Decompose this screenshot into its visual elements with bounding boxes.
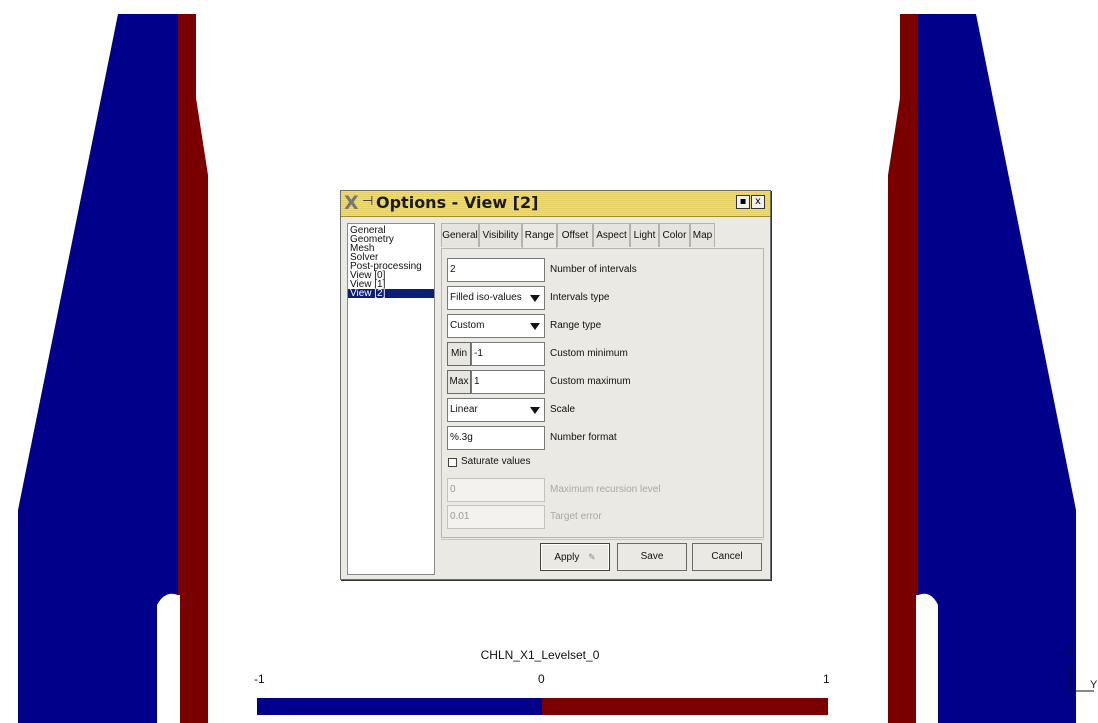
colorbar-tick-max: 1 [823,672,830,686]
maximum-recursion-label: Maximum recursion level [550,484,661,495]
chevron-down-icon [530,323,540,330]
tab-visibility[interactable]: Visibility [479,223,522,247]
colorbar-tick-min: -1 [254,672,265,686]
intervals-type-select[interactable]: Filled iso-values [447,286,545,310]
saturate-values-checkbox[interactable] [448,458,457,467]
footer-divider [441,539,764,540]
pencil-icon: ✎ [588,552,596,562]
options-dialog: X ⊣ Options - View [2] ▪ x General Geome… [340,190,771,580]
window-title: Options - View [2] [376,193,539,212]
pin-icon[interactable]: ⊣ [362,194,373,209]
right-blue-region [918,14,1076,723]
target-error-input[interactable]: 0.01 [447,505,545,529]
intervals-type-label: Intervals type [550,292,610,303]
left-red-strip [178,14,208,723]
range-type-label: Range type [550,320,602,331]
colorbar-negative-segment [257,698,542,715]
max-button[interactable]: Max [447,370,471,394]
custom-minimum-label: Custom minimum [550,348,628,359]
target-error-label: Target error [550,511,602,522]
close-button[interactable]: x [751,195,765,209]
right-red-strip [888,14,918,723]
category-item-view-2[interactable]: View [2] [348,289,434,299]
tab-general[interactable]: General [441,223,479,247]
number-format-label: Number format [550,432,617,443]
tab-offset[interactable]: Offset [557,223,593,247]
chevron-down-icon [530,407,540,414]
number-of-intervals-input[interactable]: 2 [447,258,545,282]
apply-button[interactable]: Apply ✎ [540,543,610,571]
tab-range[interactable]: Range [522,223,557,249]
minimize-button[interactable]: ▪ [736,195,750,209]
min-button[interactable]: Min [447,342,471,366]
number-of-intervals-label: Number of intervals [550,264,637,275]
scale-label: Scale [550,404,576,415]
category-list[interactable]: General Geometry Mesh Solver Post-proces… [347,223,435,575]
left-blue-region [18,14,178,723]
scale-value: Linear [450,404,478,415]
custom-minimum-input[interactable]: -1 [471,342,545,366]
y-axis-label: Y [1090,679,1098,691]
range-type-select[interactable]: Custom [447,314,545,338]
colorbar-title: CHLN_X1_Levelset_0 [480,648,600,662]
save-button[interactable]: Save [617,543,687,571]
x-logo-icon: X [344,192,359,214]
custom-maximum-input[interactable]: 1 [471,370,545,394]
number-format-input[interactable]: %.3g [447,426,545,450]
custom-maximum-label: Custom maximum [550,376,631,387]
tab-color[interactable]: Color [659,223,690,247]
scale-select[interactable]: Linear [447,398,545,422]
z-axis-label: Z [1065,647,1072,659]
tab-aspect[interactable]: Aspect [593,223,630,247]
maximum-recursion-input[interactable]: 0 [447,478,545,502]
tab-map[interactable]: Map [690,223,715,247]
range-type-value: Custom [450,320,485,331]
colorbar-positive-segment [542,698,828,715]
colorbar-tick-mid: 0 [538,672,545,686]
title-bar[interactable]: X ⊣ Options - View [2] ▪ x [341,191,770,217]
tab-light[interactable]: Light [630,223,659,247]
intervals-type-value: Filled iso-values [450,292,522,303]
chevron-down-icon [530,295,540,302]
cancel-button[interactable]: Cancel [692,543,762,571]
saturate-values-label: Saturate values [461,456,531,467]
apply-button-label: Apply [554,552,580,563]
